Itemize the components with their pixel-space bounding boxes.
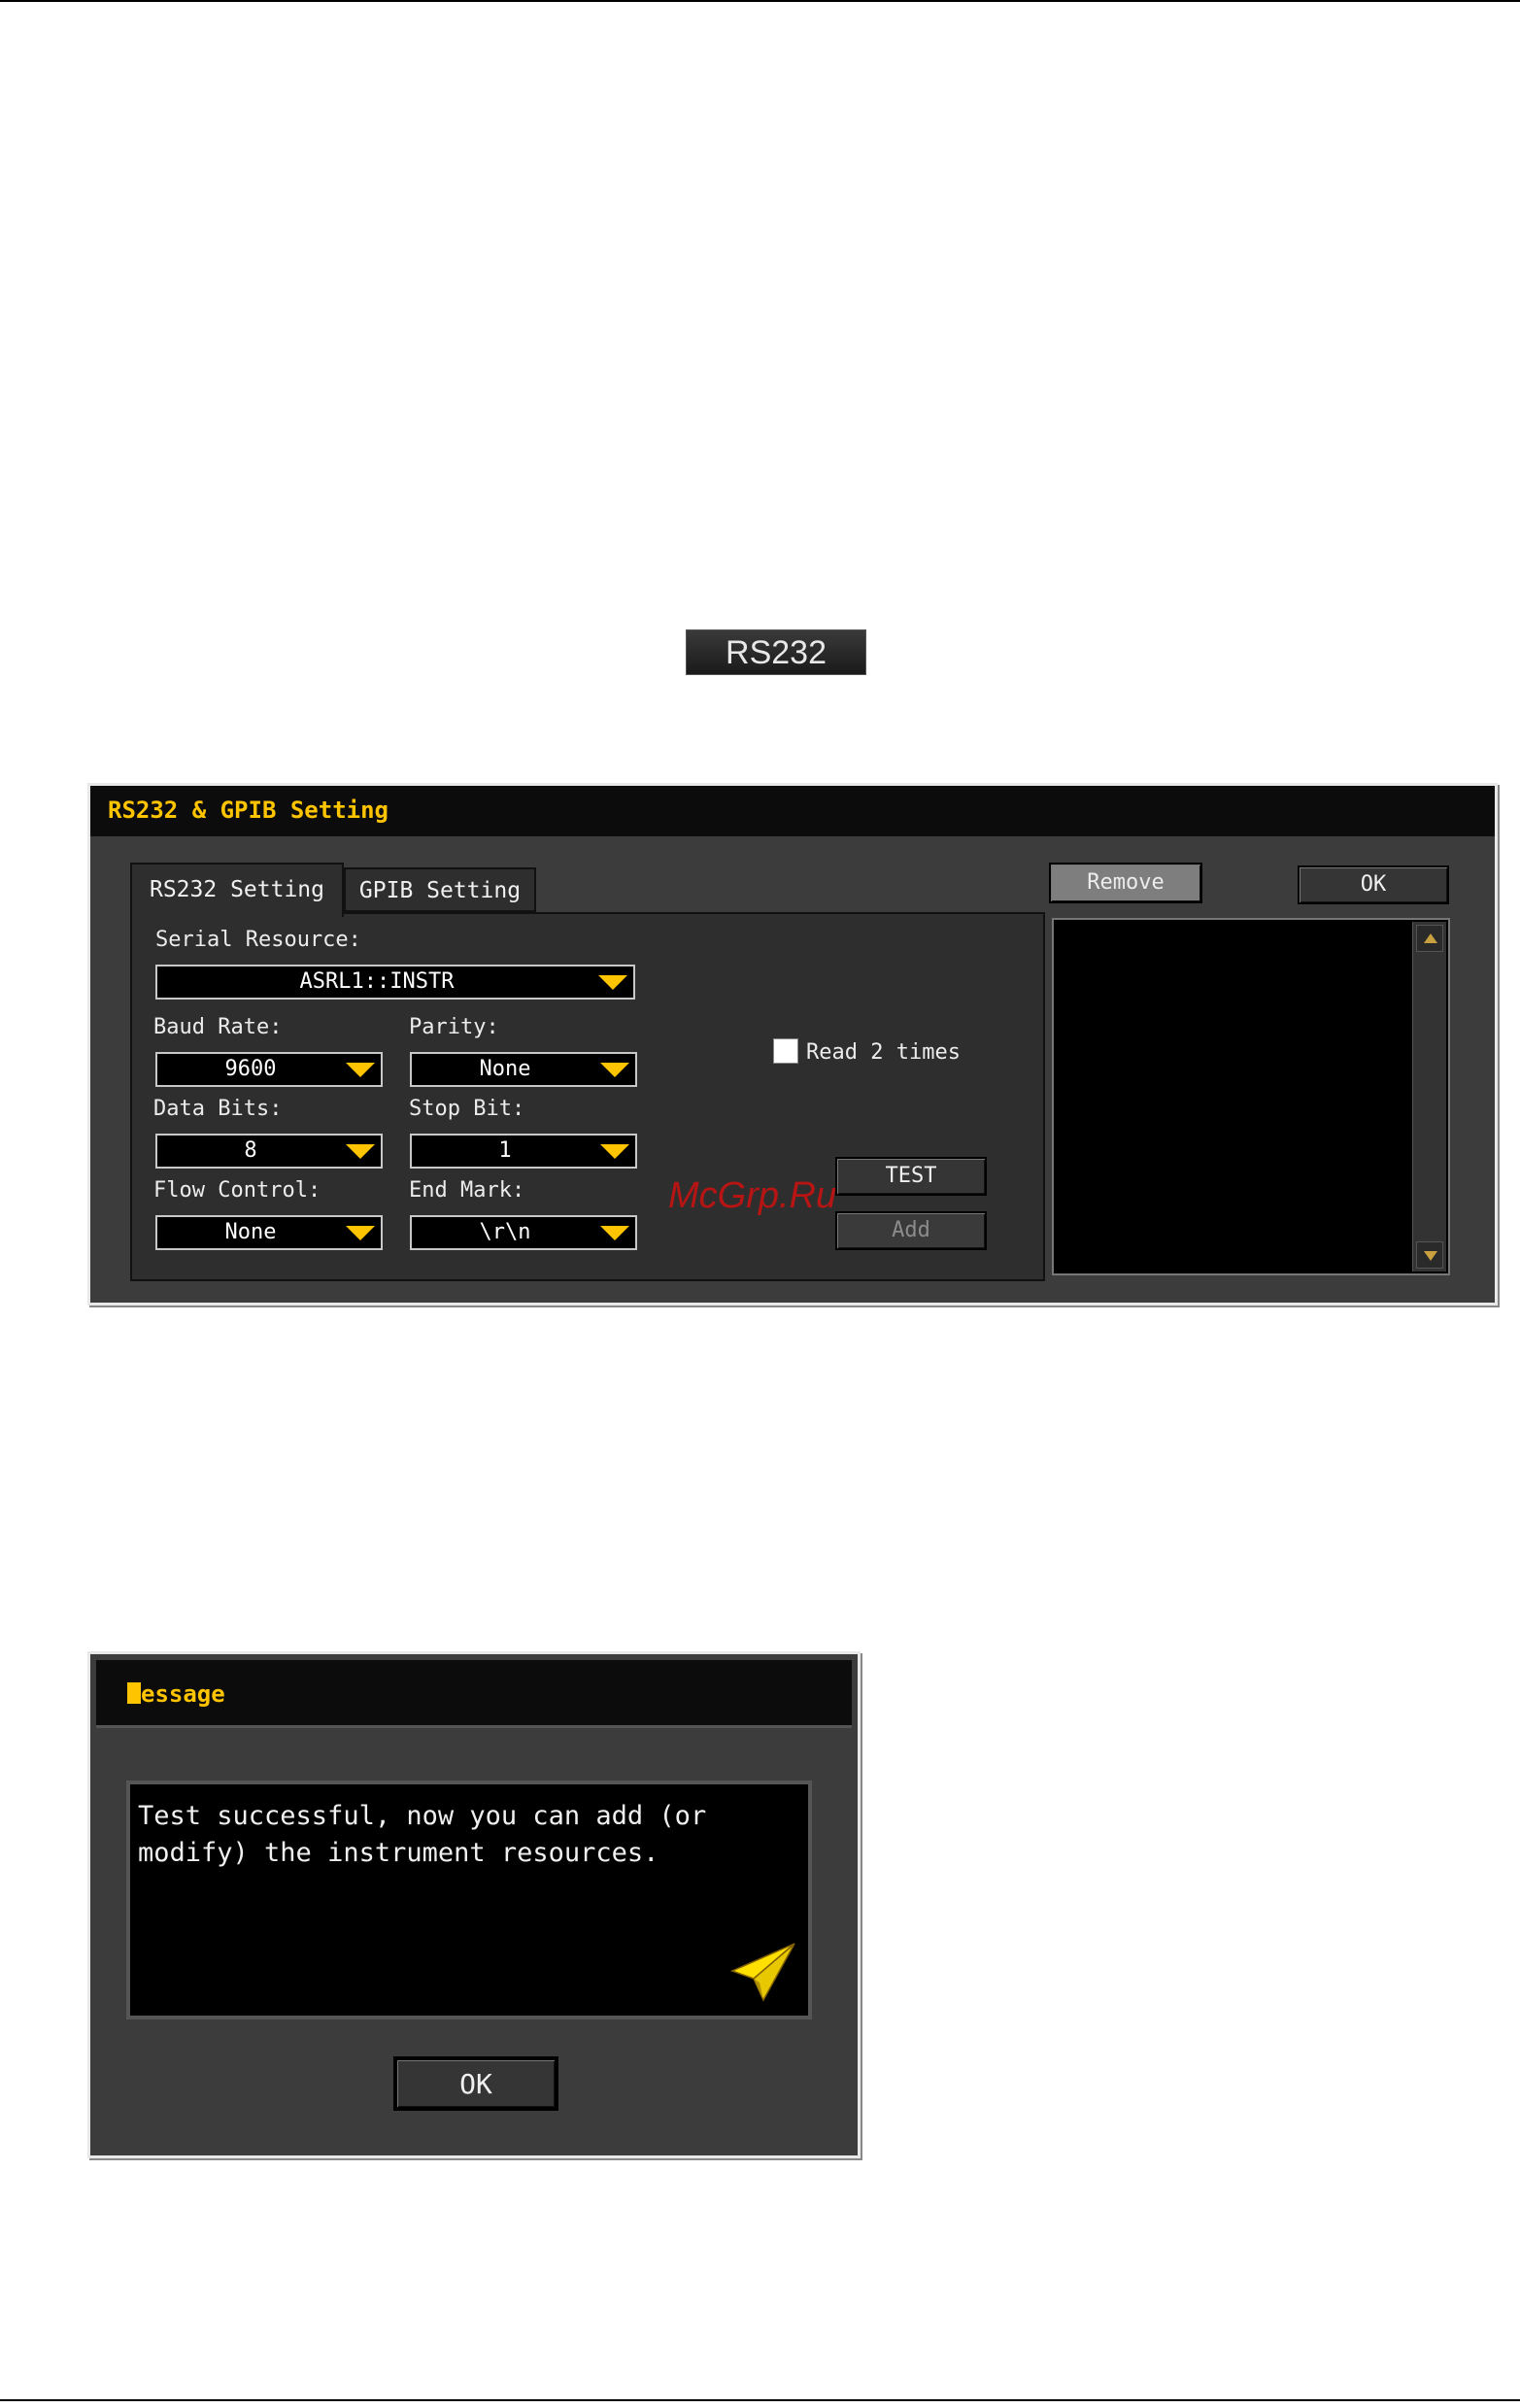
data-bits-label: Data Bits: xyxy=(153,1097,283,1121)
top-rule xyxy=(0,0,1520,2)
dialog-title: RS232 & GPIB Setting xyxy=(108,797,388,824)
read-twice-checkbox[interactable] xyxy=(773,1038,798,1064)
chevron-down-icon xyxy=(346,1144,375,1159)
message-dialog: essage Test successful, now you can add … xyxy=(87,1651,861,2158)
rs232-button[interactable]: RS232 xyxy=(686,629,866,675)
data-bits-value: 8 xyxy=(244,1138,257,1163)
dialog-titlebar: RS232 & GPIB Setting xyxy=(90,786,1495,836)
baud-rate-label: Baud Rate: xyxy=(153,1015,283,1039)
end-mark-select[interactable]: \r\n xyxy=(410,1215,637,1250)
end-mark-value: \r\n xyxy=(479,1220,531,1244)
baud-rate-value: 9600 xyxy=(224,1057,277,1081)
parity-select[interactable]: None xyxy=(410,1052,637,1087)
chevron-down-icon xyxy=(600,1226,629,1240)
flow-control-select[interactable]: None xyxy=(155,1215,383,1250)
stop-bit-select[interactable]: 1 xyxy=(410,1134,637,1169)
chevron-down-icon xyxy=(600,1144,629,1159)
parity-label: Parity: xyxy=(409,1015,499,1039)
tab-rs232-setting[interactable]: RS232 Setting xyxy=(130,863,344,917)
chevron-down-icon xyxy=(346,1226,375,1240)
tab-gpib-setting[interactable]: GPIB Setting xyxy=(344,867,536,912)
flow-control-value: None xyxy=(224,1220,277,1244)
paper-plane-icon xyxy=(730,1943,795,2002)
flow-control-label: Flow Control: xyxy=(153,1178,321,1203)
test-button[interactable]: TEST xyxy=(835,1157,987,1196)
scrollbar[interactable] xyxy=(1412,922,1446,1272)
stop-bit-label: Stop Bit: xyxy=(409,1097,525,1121)
chevron-down-icon xyxy=(600,1063,629,1077)
stop-bit-value: 1 xyxy=(498,1138,512,1163)
message-line: Test successful, now you can add (or xyxy=(138,1801,707,1831)
remove-button[interactable]: Remove xyxy=(1049,863,1202,903)
watermark: McGrp.Ru xyxy=(668,1175,837,1216)
rs232-settings-panel: Serial Resource: ASRL1::INSTR Baud Rate:… xyxy=(130,912,1045,1281)
message-line: modify) the instrument resources. xyxy=(138,1838,659,1868)
read-twice-label: Read 2 times xyxy=(806,1040,961,1065)
tab-label: GPIB Setting xyxy=(358,878,522,903)
chevron-down-icon xyxy=(346,1063,375,1077)
end-mark-label: End Mark: xyxy=(409,1178,525,1203)
serial-resource-label: Serial Resource: xyxy=(155,928,361,952)
rs232-gpib-setting-dialog: RS232 & GPIB Setting RS232 Setting GPIB … xyxy=(87,783,1498,1306)
parity-value: None xyxy=(479,1057,531,1081)
message-title: essage xyxy=(141,1680,225,1708)
data-bits-select[interactable]: 8 xyxy=(155,1134,383,1169)
resource-list[interactable] xyxy=(1052,918,1450,1275)
add-button[interactable]: Add xyxy=(835,1211,987,1250)
serial-resource-value: ASRL1::INSTR xyxy=(299,969,455,994)
chevron-down-icon xyxy=(598,975,627,990)
tab-label: RS232 Setting xyxy=(149,877,324,902)
scroll-up-icon[interactable] xyxy=(1416,925,1443,952)
bottom-rule xyxy=(0,2399,1520,2401)
message-ok-button[interactable]: OK xyxy=(393,2056,558,2111)
serial-resource-select[interactable]: ASRL1::INSTR xyxy=(155,965,635,1000)
message-titlebar: essage xyxy=(96,1660,852,1728)
cursor-block-icon xyxy=(127,1682,141,1704)
ok-button[interactable]: OK xyxy=(1298,865,1449,904)
baud-rate-select[interactable]: 9600 xyxy=(155,1052,383,1087)
message-body: Test successful, now you can add (or mod… xyxy=(126,1781,812,2019)
scroll-down-icon[interactable] xyxy=(1416,1241,1443,1269)
